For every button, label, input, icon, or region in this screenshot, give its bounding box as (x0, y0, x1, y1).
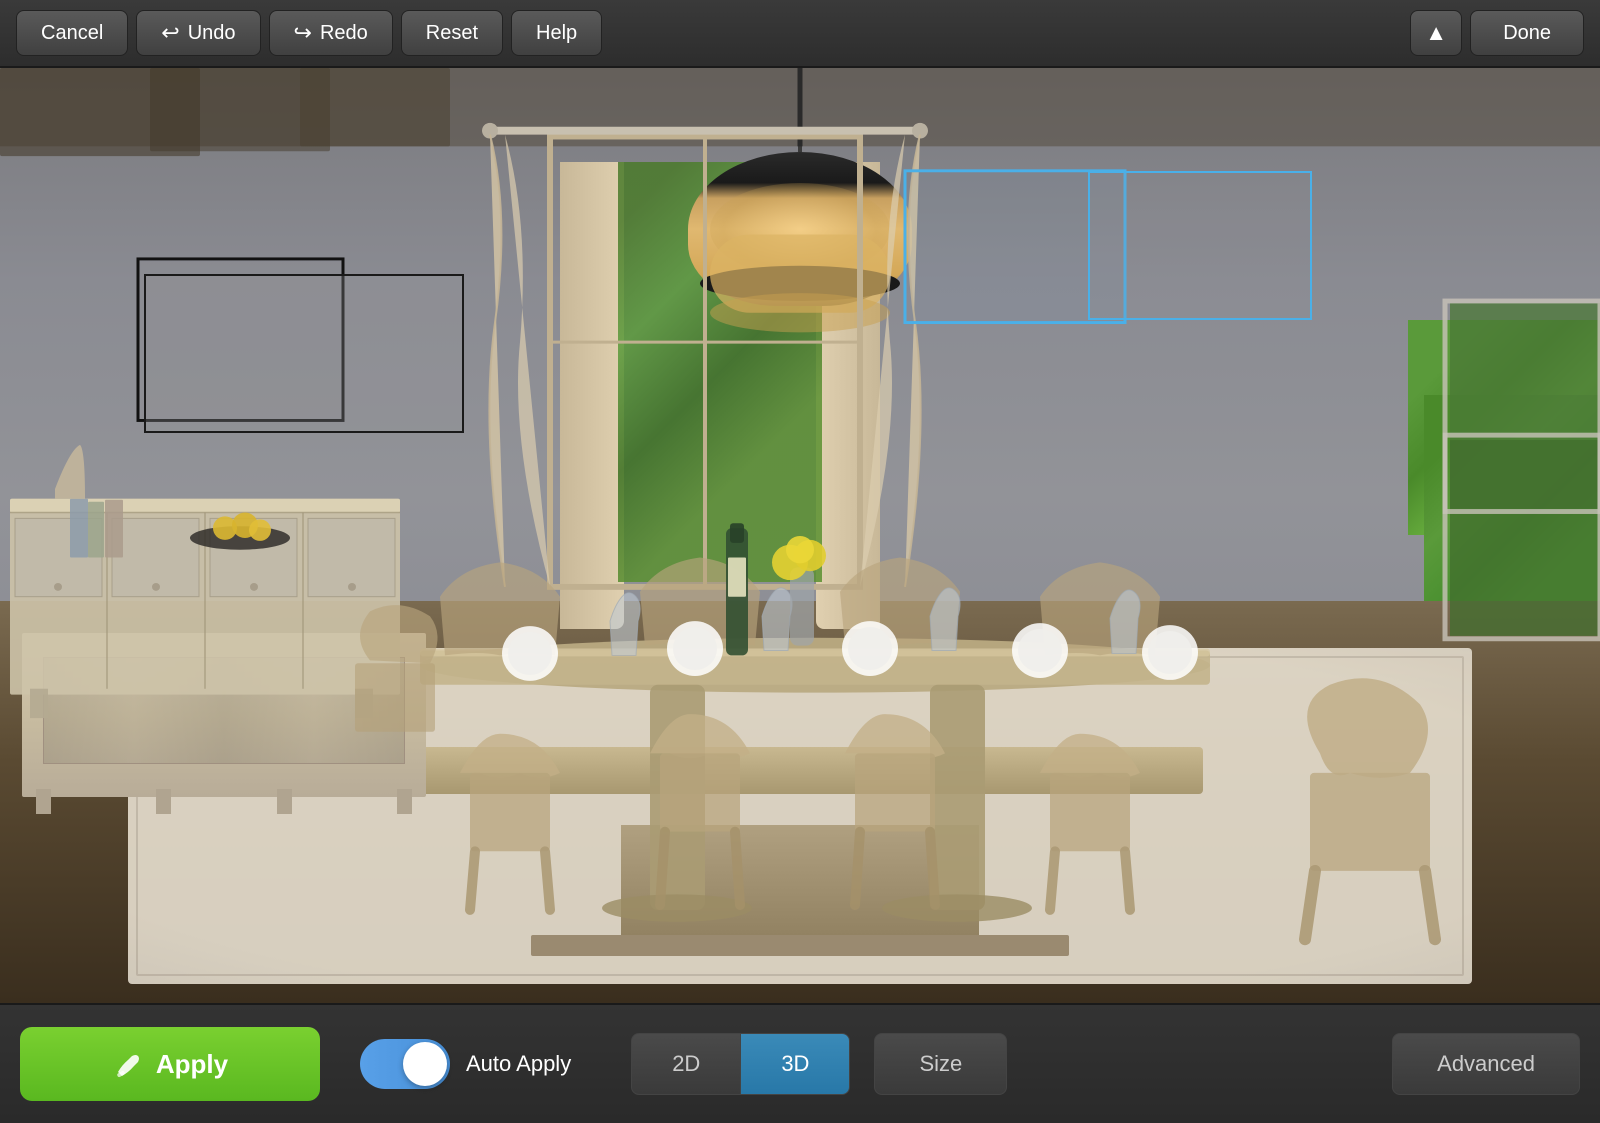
apply-label: Apply (156, 1049, 228, 1080)
chevron-up-button[interactable]: ▲ (1410, 10, 1462, 56)
mode-3d-button[interactable]: 3D (741, 1033, 850, 1095)
table-pedestal (621, 825, 979, 943)
scene-area[interactable] (0, 68, 1600, 1003)
redo-label: Redo (320, 22, 368, 45)
chandelier-body (688, 152, 912, 306)
redo-button[interactable]: Redo (269, 10, 393, 56)
auto-apply-label: Auto Apply (466, 1051, 571, 1077)
chevron-up-icon: ▲ (1425, 20, 1447, 46)
redo-icon (294, 20, 312, 46)
size-button[interactable]: Size (874, 1033, 1007, 1095)
room-scene (0, 68, 1600, 1003)
reset-button[interactable]: Reset (401, 10, 503, 56)
undo-label: Undo (188, 22, 236, 45)
help-button[interactable]: Help (511, 10, 602, 56)
sideboard-leg (277, 789, 292, 814)
apply-button[interactable]: Apply (20, 1027, 320, 1101)
size-label: Size (919, 1051, 962, 1077)
table-base (531, 935, 1069, 956)
sideboard-leg (36, 789, 51, 814)
undo-button[interactable]: Undo (136, 10, 260, 56)
bottom-toolbar: Apply Auto Apply 2D 3D Size Advanced (0, 1003, 1600, 1123)
table-top (397, 747, 1203, 794)
wall-art-selection-box[interactable] (144, 274, 464, 433)
view-mode-section: 2D 3D (631, 1033, 850, 1095)
sideboard-legs (36, 789, 412, 814)
window-selection-box[interactable] (1088, 171, 1312, 321)
right-window-bottom (1424, 395, 1600, 601)
done-button[interactable]: Done (1470, 10, 1584, 56)
sideboard (0, 592, 448, 798)
sideboard-body (22, 633, 425, 798)
mode-2d-button[interactable]: 2D (631, 1033, 741, 1095)
sideboard-leg (156, 789, 171, 814)
left-curtain (560, 162, 624, 630)
help-label: Help (536, 22, 577, 45)
chandelier-chain (798, 68, 802, 152)
mode-2d-label: 2D (672, 1051, 700, 1077)
sideboard-leg (397, 789, 412, 814)
mode-3d-label: 3D (781, 1051, 809, 1077)
auto-apply-section: Auto Apply (360, 1039, 571, 1089)
advanced-button[interactable]: Advanced (1392, 1033, 1580, 1095)
cancel-button[interactable]: Cancel (16, 10, 128, 56)
advanced-label: Advanced (1437, 1051, 1535, 1077)
undo-icon (161, 20, 179, 46)
done-label: Done (1503, 22, 1551, 45)
cancel-label: Cancel (41, 22, 103, 45)
chandelier (688, 68, 912, 349)
toggle-knob (403, 1042, 447, 1086)
reset-label: Reset (426, 22, 478, 45)
dining-table (352, 694, 1248, 956)
auto-apply-toggle[interactable] (360, 1039, 450, 1089)
chandelier-glow (710, 183, 889, 276)
paint-brush-icon (112, 1048, 144, 1080)
top-toolbar: Cancel Undo Redo Reset Help ▲ Done (0, 0, 1600, 68)
